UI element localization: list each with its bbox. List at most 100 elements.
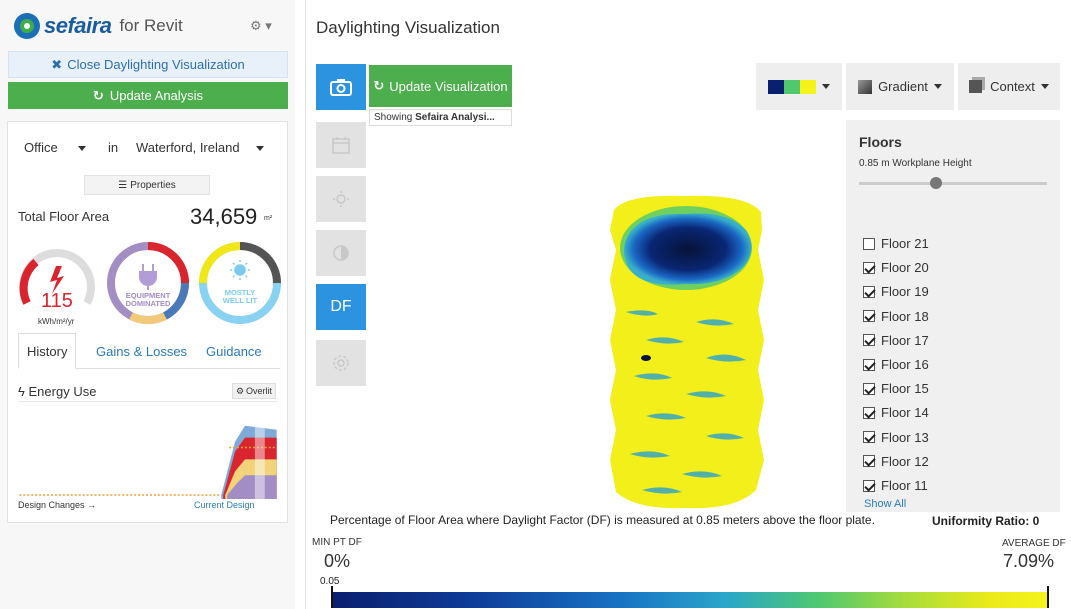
building-type-select[interactable]: Office [24, 140, 86, 155]
floor-item[interactable]: Floor 13 [863, 430, 929, 445]
showing-label: Showing Sefaira Analysi... [369, 109, 512, 126]
floor-checkbox[interactable] [863, 382, 875, 395]
df-color-scale [331, 592, 1049, 608]
sun-icon [230, 260, 250, 280]
properties-button[interactable]: ☰ Properties [84, 175, 210, 195]
floor-label: Floor 12 [881, 453, 929, 469]
contrast-icon [333, 245, 349, 261]
floors-panel: Floors 0.85 m Workplane Height Floor 21 F… [846, 120, 1060, 512]
floor-checkbox[interactable] [863, 455, 875, 468]
update-visualization-button[interactable]: ↻ Update Visualization [369, 65, 512, 107]
showing-analysis-name: Sefaira Analysi... [415, 112, 495, 123]
color-scheme-swatch [768, 79, 816, 94]
floor-label: Floor 13 [881, 429, 929, 445]
floor-item[interactable]: Floor 18 [863, 309, 929, 324]
context-label: Context [990, 79, 1035, 94]
scale-tick-label: 0.05 [320, 576, 340, 587]
current-design-link[interactable]: Current Design [194, 500, 255, 510]
floor-item[interactable]: Floor 20 [863, 260, 929, 275]
update-visualization-label: Update Visualization [389, 78, 508, 94]
plug-icon [139, 264, 157, 290]
camera-icon [330, 79, 352, 96]
floor-item[interactable]: Floor 12 [863, 454, 929, 469]
analysis-card: Office in Waterford, Ireland ☰ Propertie… [7, 121, 288, 523]
show-all-link[interactable]: Show All [864, 498, 906, 510]
energy-use-heading: ϟ Energy Use [18, 384, 96, 399]
floor-checkbox[interactable] [863, 310, 875, 323]
energy-unit: kWh/m²/yr [38, 317, 75, 326]
floor-item[interactable]: Floor 15 [863, 381, 929, 396]
overlit-button[interactable]: ⚙ Overlit [232, 383, 276, 399]
floor-item[interactable]: Floor 19 [863, 284, 929, 299]
equipment-donut[interactable]: EQUIPMENT DOMINATED [105, 240, 191, 326]
energy-history-chart[interactable] [18, 401, 278, 499]
daylight-3d-visualization[interactable] [586, 190, 786, 535]
floor-label: Floor 14 [881, 405, 929, 421]
tab-gains-losses[interactable]: Gains & Losses [88, 333, 195, 369]
brand-name: sefaira [44, 13, 112, 38]
floor-item[interactable]: Floor 14 [863, 405, 929, 420]
chevron-down-icon [933, 84, 942, 89]
chevron-down-icon [822, 84, 830, 89]
location-select[interactable]: Waterford, Ireland [136, 140, 264, 155]
well-lit-label: WELL LIT [223, 296, 258, 305]
sun-icon [333, 191, 349, 207]
chevron-down-icon [255, 146, 264, 152]
sun-button[interactable] [316, 176, 366, 222]
floor-checkbox[interactable] [863, 261, 875, 274]
floor-label: Floor 20 [881, 260, 929, 276]
energy-value: 115 [41, 290, 73, 312]
tab-guidance[interactable]: Guidance [198, 333, 270, 369]
refresh-icon: ↻ [92, 87, 104, 103]
gradient-label: Gradient [878, 79, 928, 94]
floor-item[interactable]: Floor 16 [863, 357, 929, 372]
workplane-slider-track[interactable] [859, 182, 1047, 185]
for-revit-label: for Revit [119, 16, 183, 35]
total-floor-area-unit: m² [264, 215, 273, 222]
update-analysis-label: Update Analysis [109, 88, 204, 103]
tab-history[interactable]: History [18, 333, 77, 369]
workplane-slider-handle[interactable] [930, 177, 942, 189]
energy-gauge[interactable]: 115 [14, 240, 100, 326]
settings-gear-icon[interactable]: ⚙ ▾ [250, 18, 272, 34]
close-icon: ✖ [51, 56, 63, 72]
floor-item[interactable]: Floor 11 [863, 478, 928, 493]
floors-title: Floors [859, 134, 902, 150]
floor-checkbox[interactable] [863, 479, 875, 492]
design-changes-label: Design Changes → [18, 500, 97, 510]
color-scheme-dropdown[interactable] [756, 63, 842, 110]
close-daylighting-label: Close Daylighting Visualization [67, 57, 245, 72]
contrast-button[interactable] [316, 230, 366, 276]
sefaira-logo-icon [14, 13, 40, 39]
calendar-button[interactable] [316, 122, 366, 168]
floor-checkbox[interactable] [863, 237, 875, 250]
floor-checkbox[interactable] [863, 406, 875, 419]
total-floor-area-label: Total Floor Area [18, 209, 110, 224]
floor-item[interactable]: Floor 21 [863, 236, 929, 251]
left-panel: sefaira for Revit ⚙ ▾ ✖ Close Daylightin… [0, 0, 295, 609]
context-dropdown[interactable]: Context [958, 63, 1060, 110]
analysis-tabs: History Gains & Losses Guidance [18, 333, 280, 369]
update-analysis-button[interactable]: ↻ Update Analysis [8, 82, 288, 109]
floor-item[interactable]: Floor 17 [863, 333, 929, 348]
floor-checkbox[interactable] [863, 358, 875, 371]
building-type-value: Office [24, 140, 58, 155]
scale-min-marker [331, 586, 333, 608]
average-df-value: 7.09% [1003, 551, 1055, 571]
gradient-dropdown[interactable]: Gradient [846, 63, 954, 110]
current-design-marker [254, 421, 265, 499]
daylight-donut[interactable]: MOSTLY WELL LIT [197, 240, 283, 326]
floor-checkbox[interactable] [863, 334, 875, 347]
df-button[interactable]: DF [316, 284, 366, 330]
refresh-icon: ↻ [373, 78, 385, 93]
floor-label: Floor 15 [881, 381, 929, 397]
floor-checkbox[interactable] [863, 285, 875, 298]
uniformity-ratio: Uniformity Ratio: 0 [932, 514, 1040, 528]
settings-button[interactable] [316, 340, 366, 386]
camera-button[interactable] [316, 64, 366, 110]
workplane-height-label: 0.85 m Workplane Height [859, 158, 972, 169]
menu-icon: ☰ [118, 179, 128, 191]
close-daylighting-button[interactable]: ✖ Close Daylighting Visualization [8, 51, 288, 78]
floor-label: Floor 19 [881, 284, 929, 300]
floor-checkbox[interactable] [863, 431, 875, 444]
